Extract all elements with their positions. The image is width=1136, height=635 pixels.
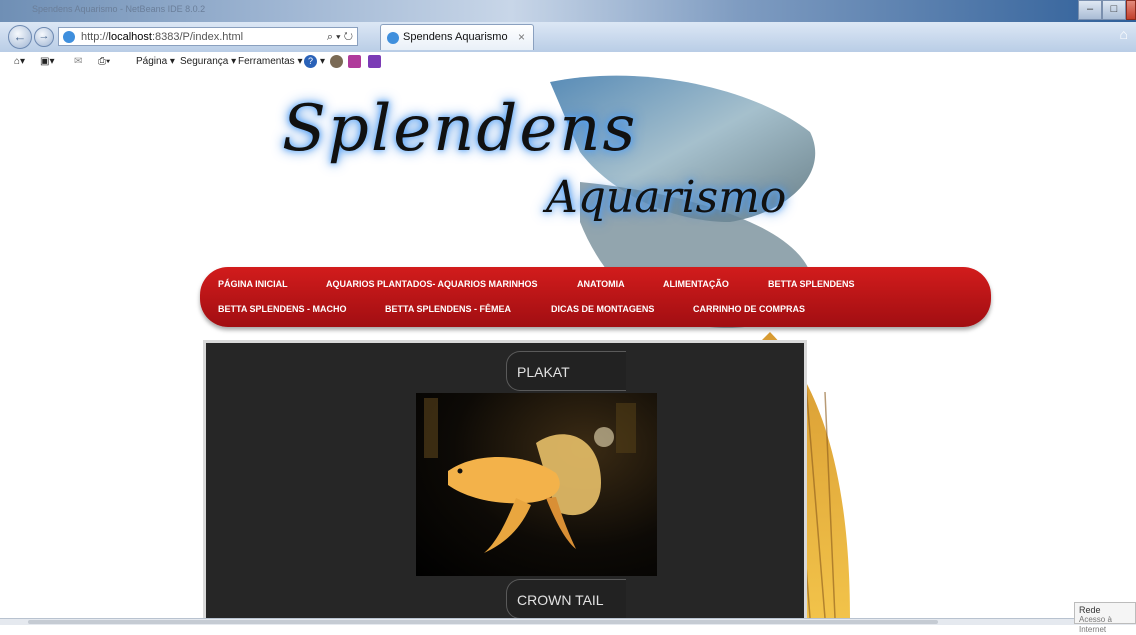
address-url[interactable]: http://localhost:8383/P/index.html bbox=[81, 28, 243, 47]
back-button[interactable]: ← bbox=[8, 25, 32, 49]
forward-button[interactable]: → bbox=[34, 27, 54, 47]
site-logo-title: Splendens bbox=[282, 92, 638, 166]
menu-alimentacao[interactable]: ALIMENTAÇÃO bbox=[663, 279, 729, 289]
window-title: Spendens Aquarismo - NetBeans IDE 8.0.2 bbox=[32, 4, 206, 14]
onenote-linked-icon[interactable] bbox=[368, 55, 381, 68]
print-icon[interactable]: ⎙▾ bbox=[98, 56, 110, 67]
command-bar: ⌂▾ ▣▾ ✉ ⎙▾ Página ▾ Segurança ▾ Ferramen… bbox=[0, 52, 1136, 72]
menu-pagina[interactable]: Página ▾ bbox=[136, 56, 175, 67]
notification-subtitle: Acesso à Internet bbox=[1079, 615, 1112, 634]
menu-carrinho-compras[interactable]: CARRINHO DE COMPRAS bbox=[693, 304, 805, 314]
search-refresh-icon[interactable]: ⌕ ▾ ↻ bbox=[327, 28, 353, 47]
menu-ferramentas[interactable]: Ferramentas ▾ bbox=[238, 56, 302, 67]
menu-aquarios[interactable]: AQUARIOS PLANTADOS- AQUARIOS MARINHOS bbox=[326, 279, 538, 289]
ie-page-icon bbox=[63, 31, 75, 43]
mail-icon[interactable]: ✉ bbox=[74, 56, 82, 67]
browser-nav-bar: ← → http://localhost:8383/P/index.html ⌕… bbox=[0, 22, 1136, 53]
tab-label: Spendens Aquarismo bbox=[403, 31, 508, 43]
ie-tab-icon bbox=[387, 32, 399, 44]
betta-photo-image bbox=[424, 398, 636, 553]
feeds-icon[interactable]: ▣▾ bbox=[40, 56, 54, 67]
menu-betta-macho[interactable]: BETTA SPLENDENS - MACHO bbox=[218, 304, 347, 314]
menu-betta-splendens[interactable]: BETTA SPLENDENS bbox=[768, 279, 855, 289]
onenote-icon[interactable] bbox=[348, 55, 361, 68]
gallery-panel: PLAKAT CROWN TAIL bbox=[203, 340, 807, 618]
tab-spendens-aquarismo[interactable]: Spendens Aquarismo × bbox=[380, 24, 534, 50]
web-page: Splendens Aquarismo PÁGINA INICIAL AQUAR… bbox=[0, 72, 1136, 618]
gallery-caption-plakat: PLAKAT bbox=[506, 351, 626, 391]
minimize-button[interactable]: – bbox=[1078, 0, 1102, 20]
back-arrow-icon: ← bbox=[13, 29, 27, 44]
menu-dicas-montagens[interactable]: DICAS DE MONTAGENS bbox=[551, 304, 654, 314]
main-menu: PÁGINA INICIAL AQUARIOS PLANTADOS- AQUAR… bbox=[200, 267, 991, 327]
scrollbar-thumb[interactable] bbox=[28, 620, 938, 624]
menu-betta-femea[interactable]: BETTA SPLENDENS - FÊMEA bbox=[385, 304, 511, 314]
network-notification[interactable]: Rede Acesso à Internet bbox=[1074, 602, 1136, 634]
menu-anatomia[interactable]: ANATOMIA bbox=[577, 279, 625, 289]
home-command-icon[interactable]: ⌂▾ bbox=[14, 56, 25, 67]
address-bar[interactable]: http://localhost:8383/P/index.html ⌕ ▾ ↻ bbox=[58, 27, 358, 46]
close-tab-icon[interactable]: × bbox=[518, 30, 525, 44]
help-dropdown-icon[interactable]: ▾ bbox=[320, 56, 325, 67]
maximize-button[interactable]: □ bbox=[1102, 0, 1126, 20]
gallery-caption-crown-tail: CROWN TAIL bbox=[506, 579, 626, 618]
menu-pagina-inicial[interactable]: PÁGINA INICIAL bbox=[218, 279, 288, 289]
help-icon[interactable]: ? bbox=[304, 55, 317, 68]
research-icon[interactable] bbox=[330, 55, 343, 68]
forward-arrow-icon: → bbox=[38, 30, 50, 42]
home-icon[interactable]: ⌂ bbox=[1120, 26, 1128, 42]
close-window-button[interactable] bbox=[1126, 0, 1136, 20]
menu-seguranca[interactable]: Segurança ▾ bbox=[180, 56, 236, 67]
notification-title: Rede bbox=[1079, 605, 1101, 615]
site-logo-subtitle: Aquarismo bbox=[546, 172, 787, 223]
betta-photo bbox=[416, 393, 657, 576]
window-title-bar: Spendens Aquarismo - NetBeans IDE 8.0.2 … bbox=[0, 0, 1136, 22]
